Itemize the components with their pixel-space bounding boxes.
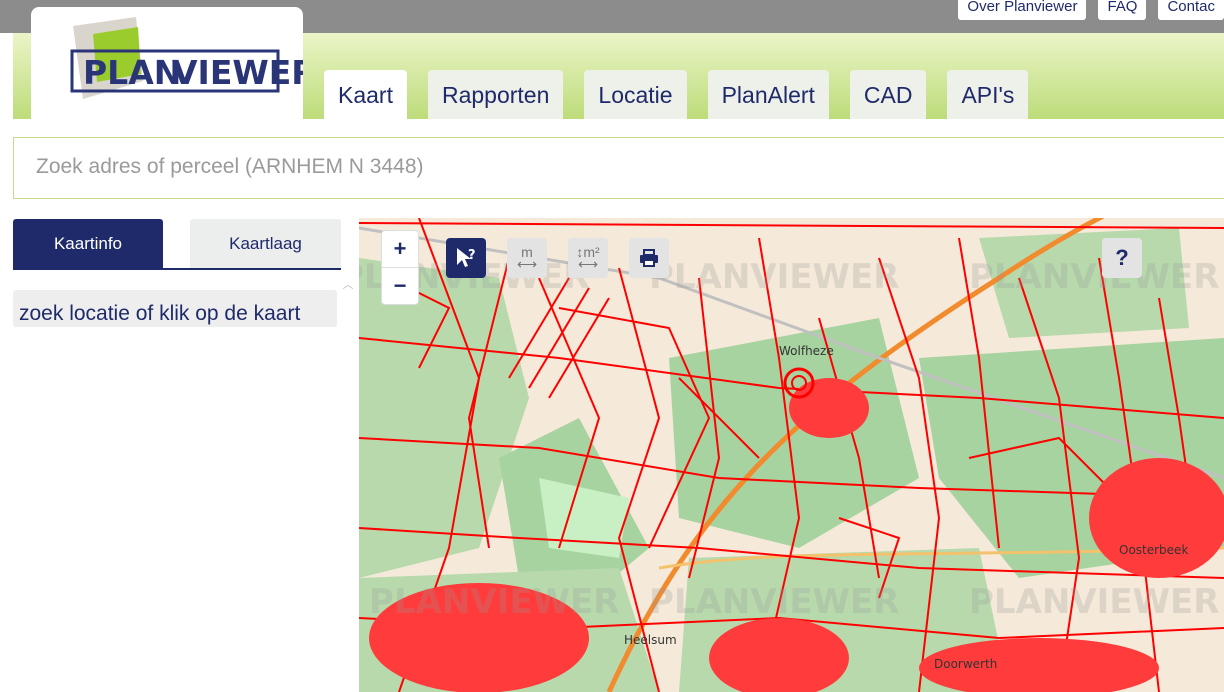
main-tabs: Kaart Rapporten Locatie PlanAlert CAD AP… <box>324 70 1029 119</box>
map-watermark: PLANVIEWER <box>649 257 899 297</box>
top-link-over[interactable]: Over Planviewer <box>958 0 1087 20</box>
top-link-contact[interactable]: Contac <box>1158 0 1224 20</box>
planviewer-logo-icon: PLAN VIEWER <box>70 17 317 99</box>
map-watermark: PLANVIEWER <box>969 257 1219 297</box>
measure-distance-label: m <box>521 244 533 260</box>
measure-area-label: m² <box>583 244 600 260</box>
sidebar-tabs: Kaartinfo Kaartlaag <box>13 219 341 270</box>
map-canvas[interactable]: PLANVIEWER PLANVIEWER PLANVIEWER PLANVIE… <box>359 218 1224 692</box>
zoom-out-button[interactable]: − <box>382 268 418 304</box>
tab-planalert[interactable]: PlanAlert <box>707 70 829 119</box>
logo-text-viewer: VIEWER <box>172 53 303 92</box>
map-image: PLANVIEWER PLANVIEWER PLANVIEWER PLANVIE… <box>359 218 1224 692</box>
cursor-question-icon: ? <box>457 248 476 267</box>
identify-tool-button[interactable]: ? <box>446 238 486 278</box>
measure-distance-icon: m ⟷ <box>516 244 538 272</box>
measure-area-button[interactable]: ↕m² ⟷ <box>568 238 608 278</box>
logo-text-plan: PLAN <box>83 53 181 92</box>
tab-apis[interactable]: API's <box>947 70 1029 119</box>
map-watermark: PLANVIEWER <box>369 582 619 622</box>
tab-cad[interactable]: CAD <box>849 70 927 119</box>
print-button[interactable] <box>629 238 669 278</box>
map-label-doorwerth: Doorwerth <box>934 657 997 671</box>
tab-rapporten[interactable]: Rapporten <box>427 70 564 119</box>
tab-locatie[interactable]: Locatie <box>584 70 687 119</box>
info-message: zoek locatie of klik op de kaart <box>13 290 337 327</box>
zoom-control: + − <box>382 231 418 304</box>
print-icon <box>640 249 658 267</box>
map-watermark: PLANVIEWER <box>969 582 1219 622</box>
map-label-wolfheze: Wolfheze <box>779 344 834 358</box>
search-input[interactable] <box>14 138 1136 196</box>
logo[interactable]: PLAN VIEWER <box>31 7 317 119</box>
measure-distance-button[interactable]: m ⟷ <box>507 238 547 278</box>
tab-kaart[interactable]: Kaart <box>324 70 407 119</box>
help-button[interactable]: ? <box>1102 238 1142 278</box>
top-links: Over Planviewer FAQ Contac <box>958 0 1224 20</box>
map-watermark: PLANVIEWER <box>649 582 899 622</box>
map-label-heelsum: Heelsum <box>624 633 677 647</box>
search-bar <box>13 137 1224 199</box>
measure-area-icon: ↕m² ⟷ <box>576 244 600 272</box>
map-label-oosterbeek: Oosterbeek <box>1119 543 1188 557</box>
svg-text:?: ? <box>468 248 476 263</box>
tab-kaartinfo[interactable]: Kaartinfo <box>13 219 163 268</box>
scroll-up-icon[interactable]: ︿ <box>341 276 355 291</box>
tab-kaartlaag[interactable]: Kaartlaag <box>190 219 341 268</box>
top-link-faq[interactable]: FAQ <box>1098 0 1147 20</box>
zoom-in-button[interactable]: + <box>382 231 418 268</box>
